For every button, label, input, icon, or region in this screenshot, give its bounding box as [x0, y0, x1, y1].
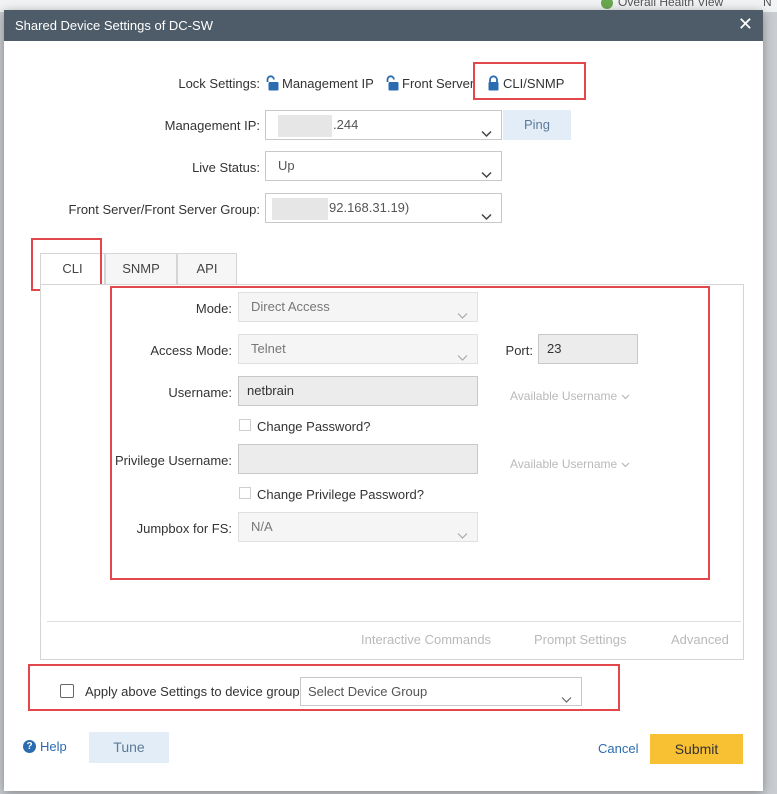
tune-button[interactable]: Tune	[89, 732, 169, 763]
dialog-title: Shared Device Settings of DC-SW	[15, 18, 213, 33]
masked-region	[278, 114, 332, 137]
chevron-down-icon	[481, 161, 492, 189]
access-mode-value: Telnet	[251, 341, 286, 356]
management-ip-value: .244	[333, 117, 359, 132]
jumpbox-label: Jumpbox for FS:	[136, 521, 232, 536]
mode-value: Direct Access	[251, 299, 330, 314]
live-status-label: Live Status:	[192, 160, 260, 175]
close-icon[interactable]: ✕	[738, 15, 753, 33]
available-privilege-username-label: Available Username	[510, 457, 618, 471]
chevron-down-icon	[457, 302, 468, 330]
dialog-titlebar: Shared Device Settings of DC-SW ✕	[4, 10, 763, 41]
jumpbox-value: N/A	[251, 519, 273, 534]
lock-icon	[488, 75, 499, 91]
available-privilege-username-dropdown[interactable]: Available Username	[510, 457, 630, 471]
help-icon: ?	[23, 740, 36, 753]
prompt-settings-link[interactable]: Prompt Settings	[534, 632, 627, 647]
lock-settings-label: Lock Settings:	[178, 76, 260, 91]
health-view-label[interactable]: Overall Health View	[618, 0, 723, 9]
apply-group-label: Apply above Settings to device group:	[85, 684, 304, 699]
lock-management-ip[interactable]: Management IP	[265, 75, 374, 91]
tab-cli[interactable]: CLI	[40, 253, 105, 285]
lock-cli-snmp-label: CLI/SNMP	[503, 75, 565, 91]
lock-cli-snmp[interactable]: CLI/SNMP	[487, 75, 564, 91]
chevron-down-icon	[621, 462, 629, 468]
device-group-select[interactable]: Select Device Group	[300, 677, 582, 706]
lock-front-server[interactable]: Front Server	[385, 75, 474, 91]
privilege-username-input[interactable]	[238, 444, 478, 474]
unlock-icon	[386, 75, 399, 91]
chevron-down-icon	[621, 394, 629, 400]
management-ip-label: Management IP:	[164, 118, 260, 133]
lock-front-server-label: Front Server	[402, 75, 475, 91]
chevron-down-icon	[481, 120, 492, 148]
background-edge-text: N	[763, 0, 772, 9]
unlock-icon	[266, 75, 279, 91]
lock-management-ip-label: Management IP	[282, 75, 374, 91]
change-privilege-password-checkbox[interactable]	[239, 487, 251, 499]
submit-button[interactable]: Submit	[650, 734, 743, 764]
shared-device-settings-dialog: Shared Device Settings of DC-SW ✕ Lock S…	[4, 10, 763, 791]
access-mode-select[interactable]: Telnet	[238, 334, 478, 364]
tab-api[interactable]: API	[177, 253, 237, 284]
privilege-username-label: Privilege Username:	[114, 453, 232, 468]
chevron-down-icon	[457, 522, 468, 550]
access-mode-label: Access Mode:	[150, 343, 232, 358]
chevron-down-icon	[481, 203, 492, 231]
mode-select[interactable]: Direct Access	[238, 292, 478, 322]
front-server-label: Front Server/Front Server Group:	[68, 202, 260, 217]
apply-group-checkbox[interactable]	[60, 684, 74, 698]
device-group-placeholder: Select Device Group	[308, 684, 428, 699]
mode-label: Mode:	[195, 301, 232, 316]
ping-button[interactable]: Ping	[503, 110, 571, 140]
username-label: Username:	[168, 385, 232, 400]
chevron-down-icon	[561, 686, 572, 713]
change-privilege-password-label: Change Privilege Password?	[257, 487, 424, 502]
cancel-button[interactable]: Cancel	[598, 741, 638, 756]
tab-snmp[interactable]: SNMP	[105, 253, 177, 284]
front-server-value: 92.168.31.19)	[329, 200, 410, 215]
advanced-link[interactable]: Advanced	[671, 632, 729, 647]
health-status-icon	[601, 0, 613, 9]
change-password-label: Change Password?	[257, 419, 371, 434]
jumpbox-select[interactable]: N/A	[238, 512, 478, 542]
management-ip-select[interactable]: .244	[265, 110, 502, 140]
front-server-select[interactable]: 92.168.31.19)	[265, 193, 502, 223]
panel-divider	[47, 621, 741, 622]
help-label: Help	[40, 739, 67, 754]
chevron-down-icon	[457, 344, 468, 372]
port-input[interactable]: 23	[538, 334, 638, 364]
live-status-value: Up	[278, 158, 295, 173]
interactive-commands-link[interactable]: Interactive Commands	[361, 632, 491, 647]
help-link[interactable]: ? Help	[23, 739, 67, 754]
username-input[interactable]: netbrain	[238, 376, 478, 406]
available-username-label: Available Username	[510, 389, 618, 403]
change-password-checkbox[interactable]	[239, 419, 251, 431]
live-status-select[interactable]: Up	[265, 151, 502, 181]
available-username-dropdown[interactable]: Available Username	[510, 389, 630, 403]
port-label: Port:	[505, 343, 533, 358]
masked-region	[272, 197, 328, 220]
